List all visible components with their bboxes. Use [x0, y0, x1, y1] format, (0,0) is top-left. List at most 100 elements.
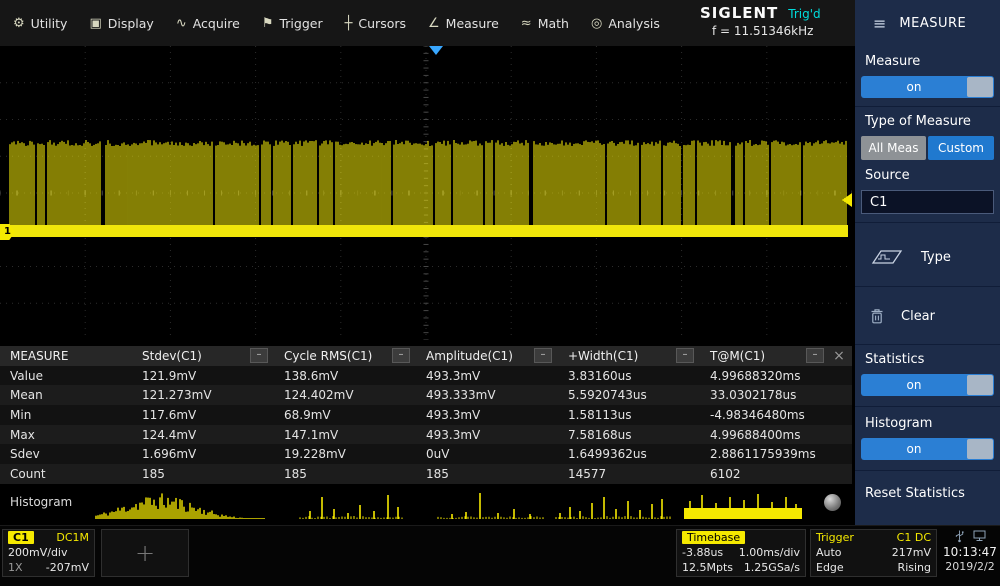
add-channel-button[interactable]: + — [101, 529, 189, 577]
trigger-info[interactable]: Trigger C1 DC Auto 217mV Edge Rising — [810, 529, 937, 577]
toggle-knob — [967, 375, 993, 395]
timebase-rate: 1.25GSa/s — [744, 561, 800, 574]
table-row: Min117.6mV68.9mV493.3mV1.58113us-4.98346… — [0, 405, 852, 425]
type-button[interactable]: Type — [855, 232, 1000, 282]
measurement-value: 121.9mV — [132, 369, 274, 383]
column-minimize-button[interactable]: – — [534, 348, 552, 363]
column-minimize-button[interactable]: – — [676, 348, 694, 363]
menu-item-utility[interactable]: ⚙Utility — [2, 0, 78, 46]
timebase-delay: -3.88us — [682, 546, 723, 559]
menu-item-measure[interactable]: ∠ Measure — [417, 0, 510, 46]
measurement-value: 68.9mV — [274, 408, 416, 422]
histogram-plot — [0, 486, 852, 524]
column-header: Cycle RMS(C1)– — [274, 348, 416, 363]
measure-icon: ∠ — [428, 16, 440, 31]
measure-sidebar: Measure on Type of Measure All Meas Cust… — [855, 46, 1000, 525]
panel-title: MEASURE — [899, 16, 966, 31]
measurement-value: 493.3mV — [416, 408, 558, 422]
cursors-icon: ┼ — [345, 16, 353, 31]
histogram-label: Histogram — [865, 416, 932, 431]
reset-statistics-button[interactable]: Reset Statistics — [865, 486, 965, 501]
menu-item-math[interactable]: ≈Math — [510, 0, 580, 46]
menu-label: Acquire — [193, 16, 240, 31]
all-meas-button[interactable]: All Meas — [861, 136, 926, 160]
clock: 10:13:47 2019/2/2 — [941, 528, 999, 573]
menu-label: Utility — [31, 16, 68, 31]
histogram-row: Histogram — [0, 486, 852, 524]
menu-item-trigger[interactable]: ⚑ Trigger — [251, 0, 334, 46]
measurement-value: 493.3mV — [416, 369, 558, 383]
channel1-badge: C1 — [8, 531, 34, 544]
column-header: +Width(C1)– — [558, 348, 700, 363]
measurement-value: 4.99688320ms — [700, 369, 830, 383]
timebase-info[interactable]: Timebase -3.88us 1.00ms/div 12.5Mpts 1.2… — [676, 529, 806, 577]
source-label: Source — [865, 168, 910, 183]
histogram-row-label: Histogram — [10, 495, 72, 509]
trash-icon — [869, 307, 885, 325]
trigger-position-marker[interactable] — [429, 46, 443, 55]
channel1-info[interactable]: C1 DC1M 200mV/div 1X -207mV — [2, 529, 95, 577]
siglent-logo: SIGLENT — [700, 4, 778, 22]
toggle-knob — [967, 77, 993, 97]
measurement-value: 185 — [274, 467, 416, 481]
histogram-toggle[interactable]: on — [861, 438, 994, 460]
measurement-value: 3.83160us — [558, 369, 700, 383]
timebase-depth: 12.5Mpts — [682, 561, 733, 574]
display-icon: ▣ — [89, 16, 101, 31]
measurement-value: 121.273mV — [132, 388, 274, 402]
table-row: Mean121.273mV124.402mV493.333mV5.5920743… — [0, 385, 852, 405]
measurement-value: 138.6mV — [274, 369, 416, 383]
measurement-value: 33.0302178us — [700, 388, 830, 402]
measurement-value: 14577 — [558, 467, 700, 481]
toggle-knob — [967, 439, 993, 459]
date: 2019/2/2 — [941, 560, 999, 573]
measurement-value: 1.696mV — [132, 447, 274, 461]
table-row: Sdev1.696mV19.228mV0uV1.6499362us2.88611… — [0, 444, 852, 464]
measurement-value: 7.58168us — [558, 428, 700, 442]
column-header: Stdev(C1)– — [132, 348, 274, 363]
menu-item-display[interactable]: ▣Display — [78, 0, 164, 46]
column-minimize-button[interactable]: – — [392, 348, 410, 363]
clear-button[interactable]: Clear — [855, 294, 1000, 338]
menu-label: Measure — [446, 16, 499, 31]
measurement-table: × MEASUREStdev(C1)–Cycle RMS(C1)–Amplitu… — [0, 346, 852, 484]
measurement-value: 0uV — [416, 447, 558, 461]
menu-label: Trigger — [279, 16, 322, 31]
row-label: Max — [0, 428, 132, 442]
table-close-button[interactable]: × — [830, 348, 848, 364]
trigger-level-marker[interactable] — [842, 193, 852, 207]
measure-type-icon — [869, 246, 905, 268]
type-of-measure-label: Type of Measure — [865, 114, 971, 129]
table-header-row: MEASUREStdev(C1)–Cycle RMS(C1)–Amplitude… — [0, 346, 852, 366]
measurement-value: 185 — [416, 467, 558, 481]
custom-button[interactable]: Custom — [928, 136, 994, 160]
menu-label: Cursors — [358, 16, 406, 31]
menu-item-cursors[interactable]: ┼ Cursors — [334, 0, 417, 46]
trigger-icon: ⚑ — [262, 16, 274, 31]
measurement-value: 117.6mV — [132, 408, 274, 422]
channel-offset: -207mV — [46, 561, 89, 574]
measurement-value: 493.333mV — [416, 388, 558, 402]
measurement-value: 1.58113us — [558, 408, 700, 422]
measurement-value: 2.8861175939ms — [700, 447, 830, 461]
menu-item-acquire[interactable]: ∿Acquire — [165, 0, 251, 46]
trigger-level: 217mV — [892, 546, 931, 559]
scroll-knob[interactable] — [824, 494, 841, 511]
column-minimize-button[interactable]: – — [250, 348, 268, 363]
menu-items: ⚙Utility▣Display∿Acquire ⚑ Trigger ┼ Cursors… — [2, 0, 671, 46]
menu-item-analysis[interactable]: ◎Analysis — [580, 0, 671, 46]
trigger-type: Edge — [816, 561, 844, 574]
column-minimize-button[interactable]: – — [806, 348, 824, 363]
panel-header[interactable]: ≡ MEASURE — [855, 0, 1000, 46]
measurement-value: 4.99688400ms — [700, 428, 830, 442]
hamburger-icon: ≡ — [873, 14, 886, 33]
measure-toggle[interactable]: on — [861, 76, 994, 98]
menu-bar: ⚙Utility▣Display∿Acquire ⚑ Trigger ┼ Cursors… — [0, 0, 855, 47]
measurement-value: 124.402mV — [274, 388, 416, 402]
statistics-toggle[interactable]: on — [861, 374, 994, 396]
row-label: Sdev — [0, 447, 132, 461]
trigger-label: Trigger — [816, 531, 854, 544]
table-row: Value121.9mV138.6mV493.3mV3.83160us4.996… — [0, 366, 852, 386]
source-select[interactable]: C1 — [861, 190, 994, 214]
oscilloscope-ui: ⚙Utility▣Display∿Acquire ⚑ Trigger ┼ Cursors… — [0, 0, 1000, 586]
